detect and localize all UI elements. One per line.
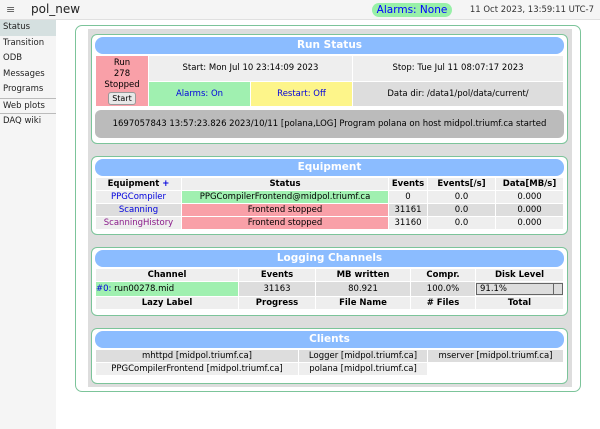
- client-item: polana [midpol.triumf.ca]: [299, 363, 427, 375]
- equipment-status: PPGCompilerFrontend@midpol.triumf.ca: [182, 191, 388, 203]
- sidebar-item-odb[interactable]: ODB: [0, 51, 56, 67]
- header: ≡ pol_new Alarms: None 11 Oct 2023, 13:5…: [0, 0, 600, 20]
- compr-header: Compr.: [411, 269, 475, 281]
- run-label: Run: [113, 57, 131, 68]
- sidebar-item-transition[interactable]: Transition: [0, 36, 56, 52]
- progress-header: Progress: [239, 297, 315, 309]
- last-message[interactable]: 1697057843 13:57:23.826 2023/10/11 [pola…: [95, 110, 564, 138]
- equipment-data: 0.000: [496, 191, 563, 203]
- equipment-data: 0.000: [496, 217, 563, 229]
- sidebar: Status Transition ODB Messages Programs …: [0, 20, 56, 429]
- equipment-link[interactable]: PPGCompiler: [96, 191, 181, 203]
- data-dir: Data dir: /data1/pol/data/current/: [353, 81, 563, 106]
- run-state-cell: Run 278 Stopped Start: [96, 56, 148, 106]
- channel-mb: 80.921: [316, 282, 410, 296]
- client-item: PPGCompilerFrontend [midpol.triumf.ca]: [96, 363, 298, 375]
- start-button[interactable]: Start: [108, 91, 136, 105]
- sidebar-item-programs[interactable]: Programs: [0, 82, 56, 98]
- logging-panel: Logging Channels Channel Events MB writt…: [91, 247, 568, 316]
- start-time: Start: Mon Jul 10 23:14:09 2023: [149, 56, 353, 81]
- clients-title: Clients: [95, 331, 564, 348]
- rate-header: Events[/s]: [428, 178, 495, 190]
- client-item: mserver [midpol.triumf.ca]: [428, 350, 563, 362]
- logging-title: Logging Channels: [95, 250, 564, 267]
- run-status-title: Run Status: [95, 37, 564, 54]
- equipment-header-label: Equipment: [107, 179, 160, 189]
- sidebar-item-web-plots[interactable]: Web plots: [0, 97, 56, 114]
- sidebar-item-status[interactable]: Status: [0, 20, 56, 36]
- channel-events: 31163: [239, 282, 315, 296]
- run-status-panel: Run Status Run 278 Stopped Start Start: …: [91, 34, 568, 144]
- channel-header: Channel: [96, 269, 238, 281]
- table-row: #0: run00278.mid 31163 80.921 100.0% 91.…: [96, 282, 563, 296]
- equipment-rate: 0.0: [428, 204, 495, 216]
- experiment-title: pol_new: [31, 2, 81, 16]
- events-header: Events: [389, 178, 427, 190]
- disk-level-header: Disk Level: [476, 269, 563, 281]
- equipment-title: Equipment: [95, 159, 564, 176]
- equipment-link[interactable]: Scanning: [96, 204, 181, 216]
- files-header: # Files: [411, 297, 475, 309]
- client-item: Logger [midpol.triumf.ca]: [299, 350, 427, 362]
- file-name-header: File Name: [316, 297, 410, 309]
- equipment-panel: Equipment Equipment + Status Events Even…: [91, 156, 568, 235]
- equipment-header: Equipment +: [96, 178, 181, 190]
- empty-cell: [428, 363, 563, 375]
- add-equipment-button[interactable]: +: [162, 179, 169, 189]
- equipment-rate: 0.0: [428, 217, 495, 229]
- menu-icon[interactable]: ≡: [6, 3, 15, 16]
- total-header: Total: [476, 297, 563, 309]
- table-row: Scanning Frontend stopped 31161 0.0 0.00…: [96, 204, 563, 216]
- channel-cell: #0: run00278.mid: [96, 282, 238, 296]
- table-row: ScanningHistory Frontend stopped 31160 0…: [96, 217, 563, 229]
- equipment-status: Frontend stopped: [182, 217, 388, 229]
- clients-panel: Clients mhttpd [midpol.triumf.ca] Logger…: [91, 328, 568, 384]
- equipment-events: 0: [389, 191, 427, 203]
- equipment-status: Frontend stopped: [182, 204, 388, 216]
- equipment-events: 31161: [389, 204, 427, 216]
- run-state: Stopped: [104, 79, 140, 90]
- events-header: Events: [239, 269, 315, 281]
- mb-written-header: MB written: [316, 269, 410, 281]
- disk-level-cell: 91.1%: [476, 282, 563, 296]
- status-header: Status: [182, 178, 388, 190]
- channel-compr: 100.0%: [411, 282, 475, 296]
- client-item: mhttpd [midpol.triumf.ca]: [96, 350, 298, 362]
- equipment-rate: 0.0: [428, 191, 495, 203]
- table-row: PPGCompiler PPGCompilerFrontend@midpol.t…: [96, 191, 563, 203]
- clock: 11 Oct 2023, 13:59:11 UTC-7: [469, 5, 594, 15]
- channel-file: run00278.mid: [114, 284, 175, 294]
- equipment-events: 31160: [389, 217, 427, 229]
- equipment-data: 0.000: [496, 204, 563, 216]
- data-header: Data[MB/s]: [496, 178, 563, 190]
- restart-toggle[interactable]: Restart: Off: [251, 81, 353, 106]
- stop-time: Stop: Tue Jul 11 08:07:17 2023: [353, 56, 563, 81]
- lazy-label-header: Lazy Label: [96, 297, 238, 309]
- alarms-toggle[interactable]: Alarms: On: [149, 81, 250, 106]
- disk-level-bar: 91.1%: [476, 283, 563, 295]
- sidebar-item-messages[interactable]: Messages: [0, 67, 56, 83]
- channel-link[interactable]: #0:: [96, 284, 111, 294]
- equipment-link[interactable]: ScanningHistory: [96, 217, 181, 229]
- run-number: 278: [113, 68, 131, 79]
- sidebar-item-daq-wiki[interactable]: DAQ wiki: [0, 113, 56, 129]
